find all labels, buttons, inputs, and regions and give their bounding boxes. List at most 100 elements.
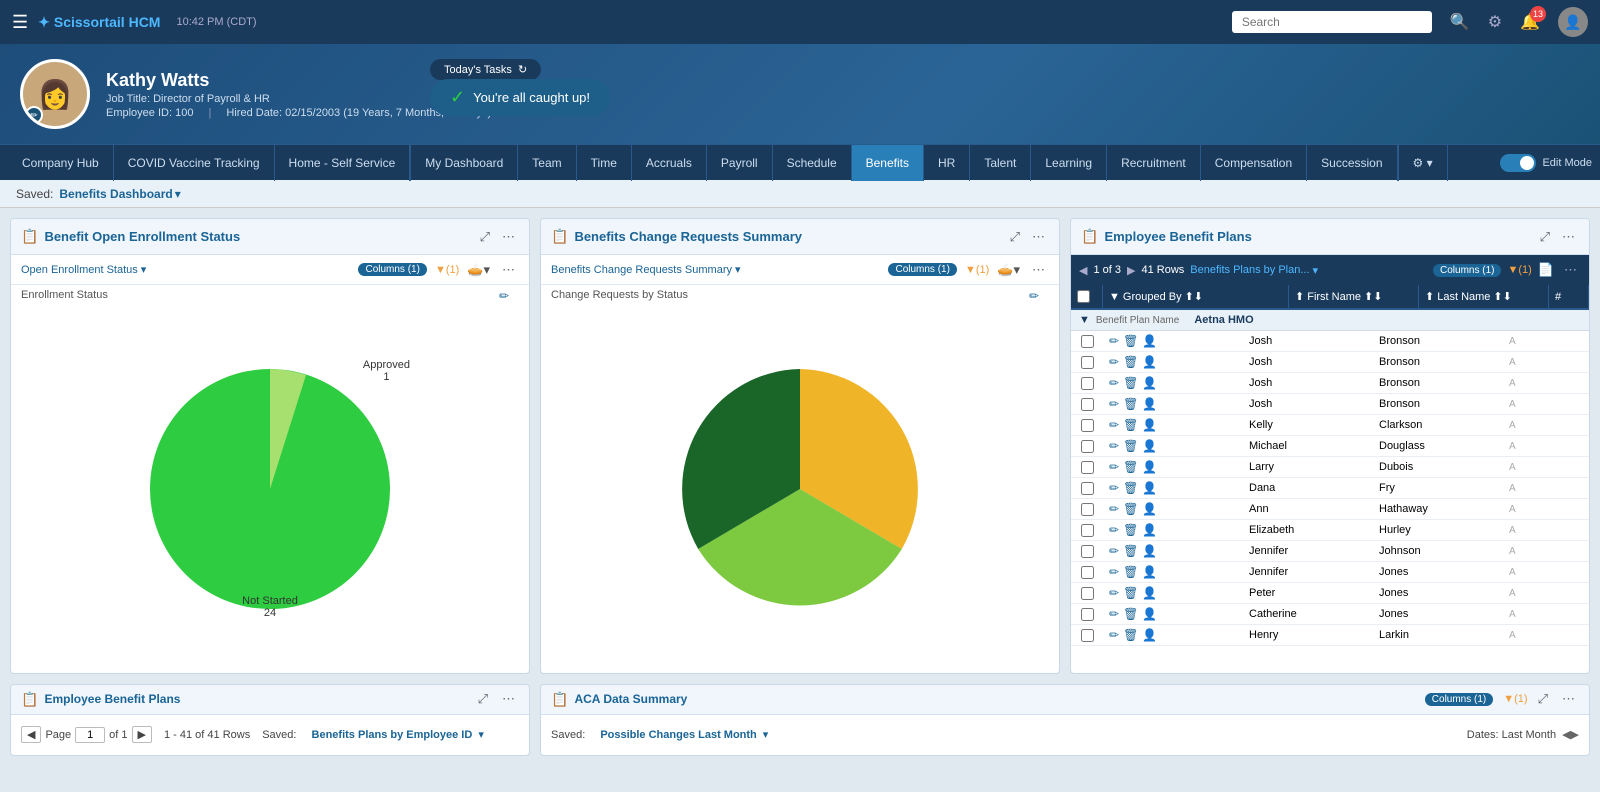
- delete-row-icon[interactable]: 🗑: [1123, 607, 1138, 621]
- edit-row-icon[interactable]: ✏: [1109, 481, 1119, 495]
- enrollment-more-icon[interactable]: ⋯: [498, 260, 519, 280]
- plan-dropdown[interactable]: Benefits Plans by Plan... ▾: [1190, 264, 1318, 277]
- person-row-icon[interactable]: 👤: [1142, 439, 1157, 453]
- person-row-icon[interactable]: 👤: [1142, 628, 1157, 642]
- nav-time[interactable]: Time: [577, 145, 632, 181]
- edit-row-icon[interactable]: ✏: [1109, 334, 1119, 348]
- delete-row-icon[interactable]: 🗑: [1123, 460, 1138, 474]
- edit-row-icon[interactable]: ✏: [1109, 376, 1119, 390]
- delete-row-icon[interactable]: 🗑: [1123, 418, 1138, 432]
- edit-row-icon[interactable]: ✏: [1109, 565, 1119, 579]
- aca-more[interactable]: ⋯: [1558, 689, 1579, 709]
- edit-row-icon[interactable]: ✏: [1109, 460, 1119, 474]
- nav-recruitment[interactable]: Recruitment: [1107, 145, 1201, 181]
- person-row-icon[interactable]: 👤: [1142, 523, 1157, 537]
- bp-export-icon[interactable]: 📄: [1538, 262, 1554, 278]
- aca-saved-dropdown[interactable]: ▾: [763, 728, 769, 741]
- row-checkbox[interactable]: [1081, 524, 1094, 537]
- notifications-bell[interactable]: 🔔 13: [1520, 12, 1540, 32]
- enrollment-edit-icon[interactable]: ✏: [499, 289, 509, 303]
- edit-row-icon[interactable]: ✏: [1109, 355, 1119, 369]
- nav-talent[interactable]: Talent: [970, 145, 1031, 181]
- th-last-name[interactable]: ⬆ Last Name ⬆⬇: [1419, 285, 1549, 308]
- page-number-input[interactable]: [75, 727, 105, 743]
- person-row-icon[interactable]: 👤: [1142, 460, 1157, 474]
- edit-row-icon[interactable]: ✏: [1109, 544, 1119, 558]
- cr-sub-dropdown[interactable]: Benefits Change Requests Summary ▾: [551, 263, 741, 276]
- person-row-icon[interactable]: 👤: [1142, 586, 1157, 600]
- aca-expand[interactable]: ⤢: [1534, 689, 1552, 709]
- bp-more-btn[interactable]: ⋯: [1560, 260, 1581, 280]
- person-row-icon[interactable]: 👤: [1142, 397, 1157, 411]
- row-checkbox[interactable]: [1081, 398, 1094, 411]
- edit-row-icon[interactable]: ✏: [1109, 397, 1119, 411]
- aca-dates-arrows[interactable]: ◀▶: [1562, 728, 1579, 741]
- nav-team[interactable]: Team: [518, 145, 576, 181]
- person-row-icon[interactable]: 👤: [1142, 376, 1157, 390]
- nav-succession[interactable]: Succession: [1307, 145, 1397, 181]
- delete-row-icon[interactable]: 🗑: [1123, 376, 1138, 390]
- saved-plans-dropdown[interactable]: ▾: [478, 728, 484, 741]
- edit-row-icon[interactable]: ✏: [1109, 586, 1119, 600]
- select-all-checkbox[interactable]: [1077, 290, 1090, 303]
- cr-more-options-icon[interactable]: ⋯: [1028, 227, 1049, 247]
- tasks-label[interactable]: Today's Tasks ↻: [430, 59, 541, 80]
- search-input[interactable]: [1232, 11, 1432, 33]
- first-page-btn[interactable]: ◀: [21, 726, 41, 743]
- th-first-name[interactable]: ⬆ First Name ⬆⬇: [1289, 285, 1419, 308]
- hamburger-icon[interactable]: ☰: [12, 12, 28, 33]
- row-checkbox[interactable]: [1081, 461, 1094, 474]
- settings-icon[interactable]: ⚙: [1488, 12, 1502, 32]
- nav-home-self-service[interactable]: Home - Self Service: [275, 145, 411, 181]
- row-checkbox[interactable]: [1081, 356, 1094, 369]
- row-checkbox[interactable]: [1081, 377, 1094, 390]
- edit-row-icon[interactable]: ✏: [1109, 418, 1119, 432]
- nav-accruals[interactable]: Accruals: [632, 145, 707, 181]
- cr-expand-icon[interactable]: ⤢: [1006, 227, 1024, 247]
- saved-plans-link[interactable]: Benefits Plans by Employee ID: [312, 729, 473, 741]
- refresh-icon[interactable]: ↻: [518, 63, 527, 76]
- nav-learning[interactable]: Learning: [1031, 145, 1107, 181]
- delete-row-icon[interactable]: 🗑: [1123, 628, 1138, 642]
- person-row-icon[interactable]: 👤: [1142, 334, 1157, 348]
- person-row-icon[interactable]: 👤: [1142, 481, 1157, 495]
- nav-settings[interactable]: ⚙ ▾: [1399, 145, 1448, 181]
- nav-covid[interactable]: COVID Vaccine Tracking: [114, 145, 275, 181]
- row-checkbox[interactable]: [1081, 566, 1094, 579]
- edit-row-icon[interactable]: ✏: [1109, 523, 1119, 537]
- th-grouped-by[interactable]: ▼ Grouped By ⬆⬇: [1103, 285, 1289, 308]
- nav-schedule[interactable]: Schedule: [773, 145, 852, 181]
- row-checkbox[interactable]: [1081, 629, 1094, 642]
- profile-edit-icon[interactable]: ✏: [25, 106, 43, 124]
- enrollment-columns-badge[interactable]: Columns (1): [358, 263, 426, 276]
- row-checkbox[interactable]: [1081, 482, 1094, 495]
- edit-row-icon[interactable]: ✏: [1109, 439, 1119, 453]
- cr-more-icon[interactable]: ⋯: [1028, 260, 1049, 280]
- bottom-ep-expand[interactable]: ⤢: [474, 689, 492, 709]
- bp-expand-icon[interactable]: ⤢: [1536, 227, 1554, 247]
- delete-row-icon[interactable]: 🗑: [1123, 397, 1138, 411]
- bp-more-icon[interactable]: ⋯: [1558, 227, 1579, 247]
- more-options-icon[interactable]: ⋯: [498, 227, 519, 247]
- enrollment-chart-icon[interactable]: 🥧▾: [467, 262, 490, 278]
- cr-columns-badge[interactable]: Columns (1): [888, 263, 956, 276]
- bp-columns-badge[interactable]: Columns (1): [1433, 264, 1501, 277]
- cr-chart-icon[interactable]: 🥧▾: [997, 262, 1020, 278]
- delete-row-icon[interactable]: 🗑: [1123, 481, 1138, 495]
- edit-row-icon[interactable]: ✏: [1109, 628, 1119, 642]
- delete-row-icon[interactable]: 🗑: [1123, 334, 1138, 348]
- row-checkbox[interactable]: [1081, 335, 1094, 348]
- person-row-icon[interactable]: 👤: [1142, 502, 1157, 516]
- aca-saved-link[interactable]: Possible Changes Last Month: [600, 729, 756, 741]
- delete-row-icon[interactable]: 🗑: [1123, 439, 1138, 453]
- nav-benefits[interactable]: Benefits: [852, 145, 924, 181]
- profile-avatar[interactable]: 👩 ✏: [20, 59, 90, 129]
- saved-dashboard-link[interactable]: Benefits Dashboard: [59, 187, 172, 201]
- next-page-icon[interactable]: ▶: [1127, 264, 1135, 277]
- enrollment-filter-icon[interactable]: ▼(1): [435, 264, 459, 276]
- bottom-ep-more[interactable]: ⋯: [498, 689, 519, 709]
- delete-row-icon[interactable]: 🗑: [1123, 355, 1138, 369]
- nav-compensation[interactable]: Compensation: [1201, 145, 1307, 181]
- avatar[interactable]: 👤: [1558, 7, 1588, 37]
- edit-row-icon[interactable]: ✏: [1109, 502, 1119, 516]
